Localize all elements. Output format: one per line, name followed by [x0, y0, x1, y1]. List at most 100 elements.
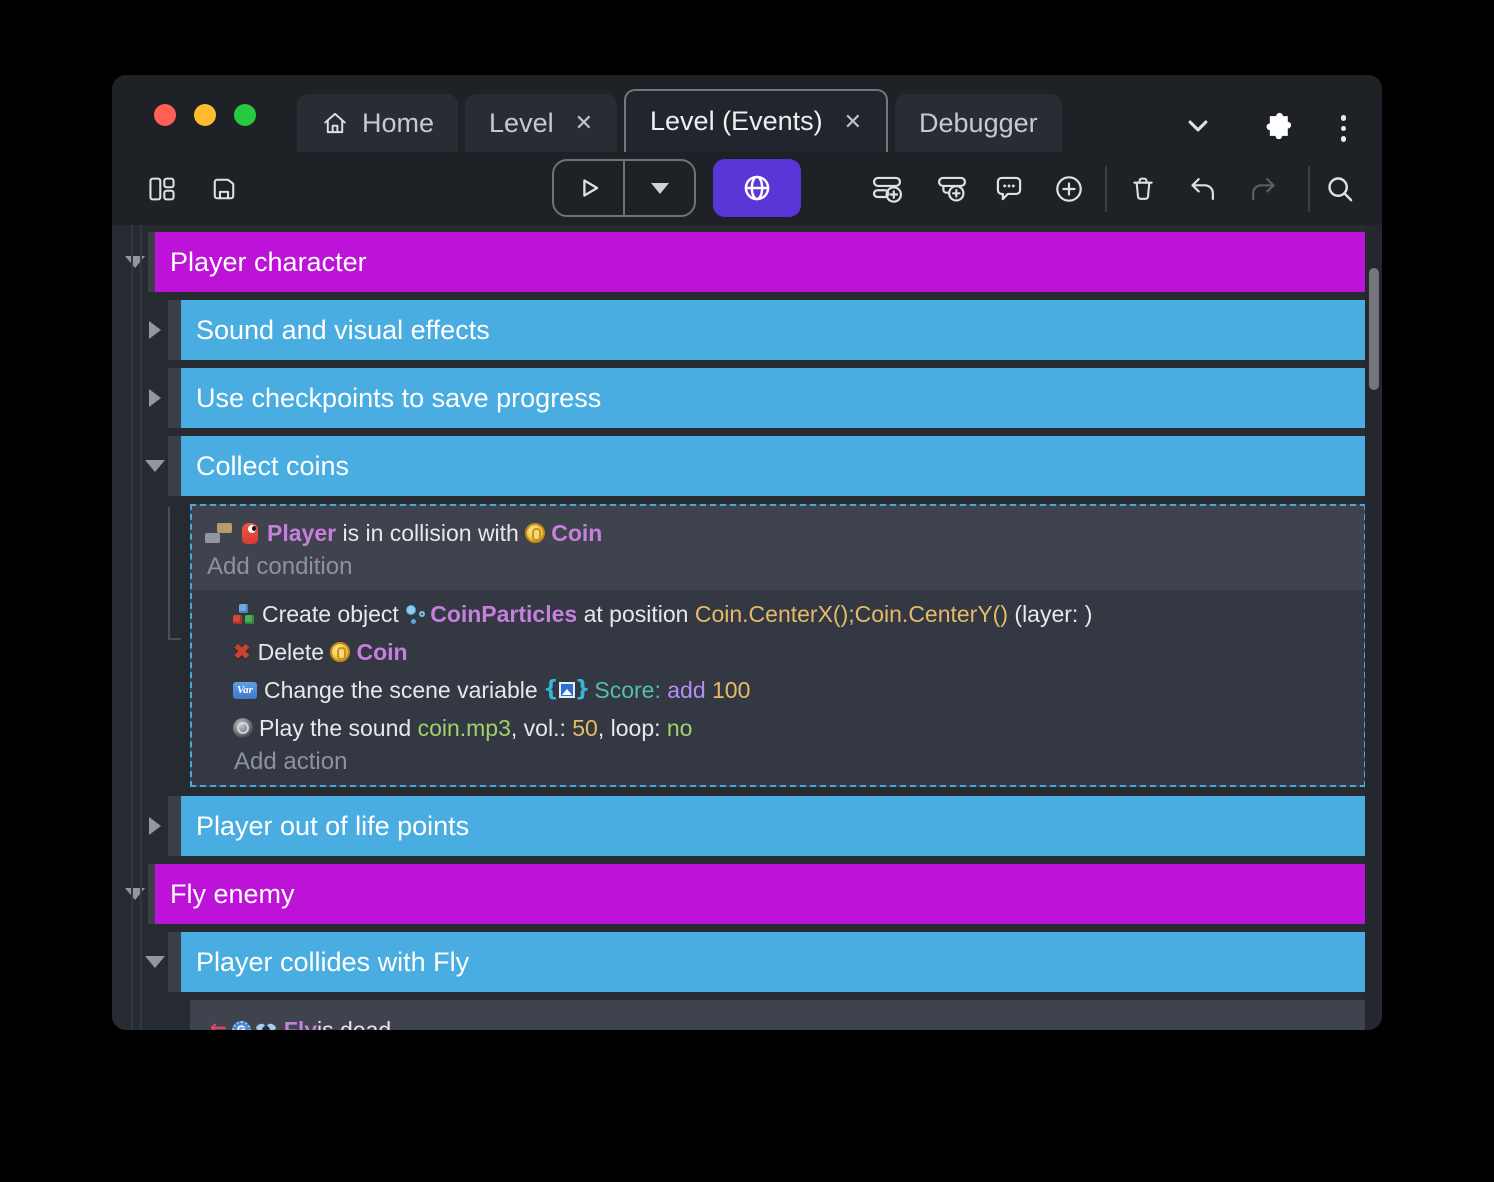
- expand-arrow-icon[interactable]: [142, 389, 168, 407]
- group-drag-handle[interactable]: [148, 864, 155, 924]
- redo-icon[interactable]: [1247, 173, 1279, 205]
- title-bar: Home Level ✕ Level (Events) ✕ Debugger: [112, 75, 1382, 152]
- add-more-icon[interactable]: [1053, 173, 1085, 205]
- gutter-line: [131, 225, 133, 1030]
- extensions-puzzle-icon[interactable]: [1259, 110, 1291, 147]
- group-bar[interactable]: Player out of life points: [181, 796, 1365, 856]
- actions-zone[interactable]: Create object CoinParticles at position …: [192, 590, 1364, 785]
- more-menu-icon[interactable]: [1335, 113, 1353, 144]
- app-window: Home Level ✕ Level (Events) ✕ Debugger: [112, 75, 1382, 1030]
- collapse-arrow-icon[interactable]: [122, 888, 148, 900]
- close-window-button[interactable]: [154, 104, 176, 126]
- event-text: Player: [267, 520, 336, 547]
- group-bar[interactable]: Player character: [155, 232, 1365, 292]
- add-condition-button[interactable]: Add condition: [205, 552, 1354, 590]
- event-text: (layer: ): [1008, 601, 1092, 628]
- add-event-icon[interactable]: [871, 173, 903, 205]
- tab-label: Debugger: [919, 108, 1038, 139]
- tab-label: Level: [489, 108, 554, 139]
- event-text: Change the scene variable: [264, 677, 544, 704]
- minimize-window-button[interactable]: [194, 104, 216, 126]
- group-label: Collect coins: [196, 451, 349, 482]
- divider: [1308, 166, 1310, 212]
- event-group-row: Player collides with Fly: [112, 932, 1365, 992]
- tab-level[interactable]: Level ✕: [465, 94, 617, 152]
- collapse-arrow-icon[interactable]: [142, 460, 168, 472]
- coin-icon: [330, 642, 350, 662]
- action-row[interactable]: ✖Delete Coin: [233, 633, 1354, 671]
- fly-icon: [256, 1023, 276, 1031]
- event-text: is in collision with: [336, 520, 525, 547]
- group-bar[interactable]: Collect coins: [181, 436, 1365, 496]
- event-group-row: Use checkpoints to save progress: [112, 368, 1365, 428]
- add-subevent-icon[interactable]: [936, 173, 968, 205]
- save-icon[interactable]: [208, 173, 240, 205]
- event-sheet[interactable]: Player character Sound and visual effects…: [112, 225, 1382, 1030]
- coin-icon: [525, 523, 545, 543]
- titlebar-controls: [1181, 109, 1353, 148]
- group-drag-handle[interactable]: [168, 932, 181, 992]
- group-bar[interactable]: Player collides with Fly: [181, 932, 1365, 992]
- group-drag-handle[interactable]: [168, 436, 181, 496]
- web-preview-button[interactable]: [713, 159, 801, 217]
- group-bar[interactable]: Use checkpoints to save progress: [181, 368, 1365, 428]
- gutter-line: [140, 225, 142, 1030]
- collapse-arrow-icon[interactable]: [122, 256, 148, 268]
- tab-label: Level (Events): [650, 106, 823, 137]
- event-text: Coin: [356, 639, 407, 666]
- var-icon: Var: [233, 682, 257, 699]
- scrollbar-thumb[interactable]: [1369, 268, 1379, 390]
- group-drag-handle[interactable]: [168, 300, 181, 360]
- player-icon: [242, 523, 258, 544]
- expand-arrow-icon[interactable]: [142, 321, 168, 339]
- add-comment-icon[interactable]: [993, 173, 1025, 205]
- tab-label: Home: [362, 108, 434, 139]
- tab-debugger[interactable]: Debugger: [895, 94, 1062, 152]
- group-label: Player character: [170, 247, 367, 278]
- collapse-arrow-icon[interactable]: [142, 956, 168, 968]
- expand-arrow-icon[interactable]: [142, 817, 168, 835]
- delete-icon[interactable]: [1127, 173, 1159, 205]
- group-drag-handle[interactable]: [148, 232, 155, 292]
- group-label: Player out of life points: [196, 811, 469, 842]
- scrollbar-track[interactable]: [1365, 225, 1382, 1030]
- close-tab-icon[interactable]: ✕: [844, 109, 862, 135]
- event-text: Play the sound: [259, 715, 418, 742]
- event-rows: Player character Sound and visual effects…: [112, 232, 1382, 1030]
- toggle-panels-icon[interactable]: [146, 173, 178, 205]
- action-row[interactable]: Create object CoinParticles at position …: [233, 595, 1354, 633]
- event-text: Fly: [284, 1017, 317, 1031]
- search-icon[interactable]: [1324, 173, 1356, 205]
- event-text: CoinParticles: [430, 601, 577, 628]
- chevron-down-icon[interactable]: [1181, 109, 1215, 148]
- preview-options-button[interactable]: [625, 161, 694, 215]
- group-label: Fly enemy: [170, 879, 295, 910]
- conditions-zone[interactable]: Player is in collision with CoinAdd cond…: [192, 506, 1364, 590]
- group-drag-handle[interactable]: [168, 796, 181, 856]
- event-text: Delete: [258, 639, 331, 666]
- event-group-row: Player character: [112, 232, 1365, 292]
- group-bar[interactable]: Fly enemy: [155, 864, 1365, 924]
- event-text: , vol.:: [511, 715, 572, 742]
- group-drag-handle[interactable]: [168, 368, 181, 428]
- tab-level-events[interactable]: Level (Events) ✕: [624, 89, 888, 152]
- condition-row[interactable]: ⇆GFly is dead: [190, 1000, 1366, 1030]
- swap-icon: ⇆: [210, 1020, 227, 1030]
- group-bar[interactable]: Sound and visual effects: [181, 300, 1365, 360]
- particles-icon: [405, 604, 425, 624]
- event-block-selected[interactable]: Player is in collision with CoinAdd cond…: [190, 504, 1366, 787]
- event-text: Create object: [262, 601, 405, 628]
- add-action-button[interactable]: Add action: [233, 747, 1354, 785]
- action-row[interactable]: VarChange the scene variable {}Score: ad…: [233, 671, 1354, 709]
- traffic-lights: [154, 104, 256, 126]
- preview-button-group: [552, 159, 696, 217]
- close-tab-icon[interactable]: ✕: [575, 110, 593, 136]
- zoom-window-button[interactable]: [234, 104, 256, 126]
- undo-icon[interactable]: [1187, 173, 1219, 205]
- condition-row[interactable]: Player is in collision with Coin: [205, 514, 1354, 552]
- play-preview-button[interactable]: [554, 161, 623, 215]
- group-label: Use checkpoints to save progress: [196, 383, 601, 414]
- action-row[interactable]: Play the sound coin.mp3, vol.: 50, loop:…: [233, 709, 1354, 747]
- tab-home[interactable]: Home: [297, 94, 458, 152]
- sound-icon: [233, 718, 253, 738]
